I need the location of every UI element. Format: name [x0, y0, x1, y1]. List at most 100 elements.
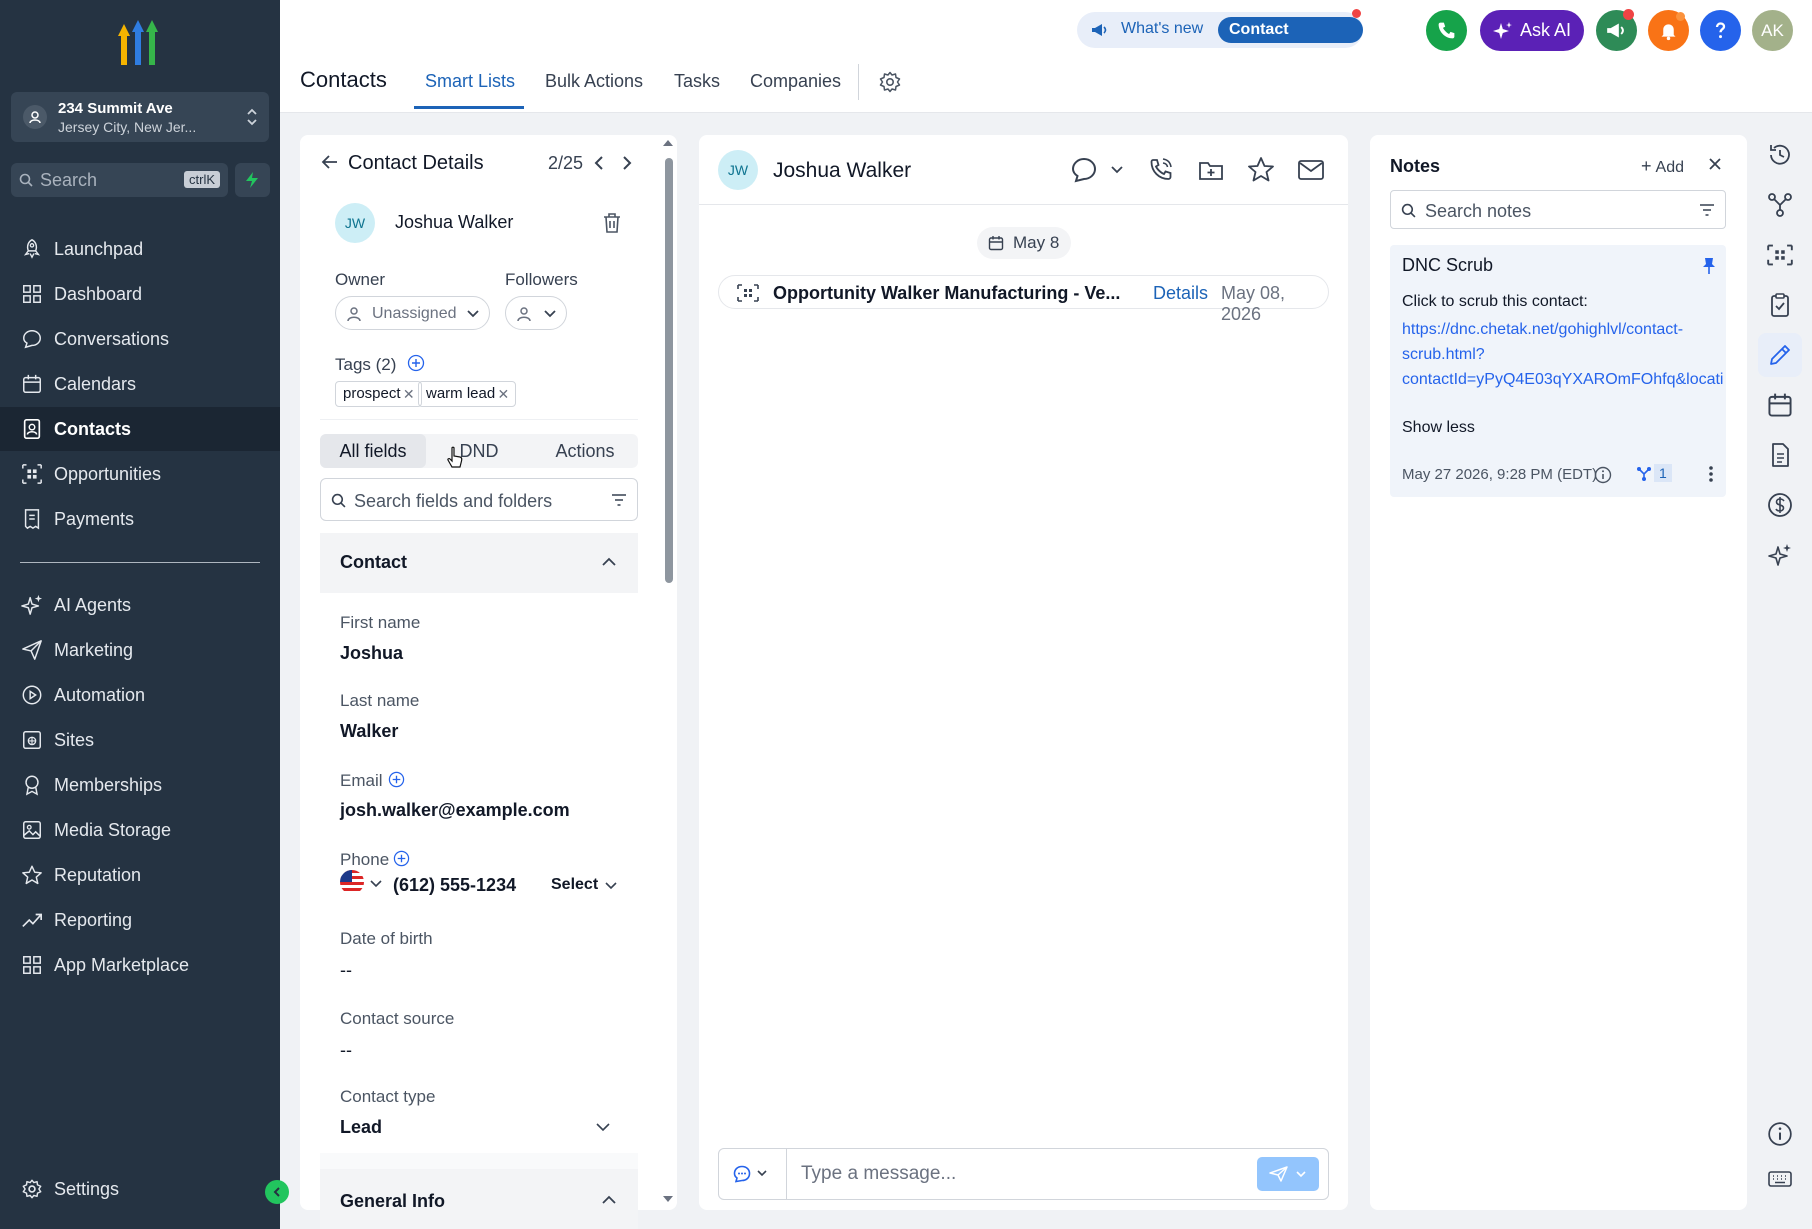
us-flag-icon[interactable]	[340, 870, 364, 894]
location-switcher[interactable]: 234 Summit Ave Jersey City, New Jer...	[11, 92, 269, 142]
mail-icon[interactable]	[1296, 155, 1326, 185]
sidebar-item-payments[interactable]: Payments	[0, 497, 280, 541]
chevron-right-icon[interactable]	[620, 155, 634, 171]
notes-search-input[interactable]: Search notes	[1390, 190, 1726, 229]
sidebar-item-opportunities[interactable]: Opportunities	[0, 452, 280, 496]
sidebar-search[interactable]: Search ctrlK	[11, 163, 228, 197]
notes-rail-button[interactable]	[1758, 333, 1802, 377]
tab-smart-lists[interactable]: Smart Lists	[425, 71, 515, 92]
chevron-down-icon[interactable]	[596, 1122, 610, 1132]
show-less-toggle[interactable]: Show less	[1402, 419, 1475, 437]
add-tag-icon[interactable]	[407, 354, 425, 372]
phone-call-icon[interactable]	[1146, 155, 1176, 185]
filter-icon[interactable]	[1699, 204, 1715, 216]
dollar-icon[interactable]	[1767, 492, 1793, 518]
scroll-up-icon[interactable]	[662, 139, 674, 147]
channel-selector[interactable]	[719, 1149, 787, 1199]
sidebar-item-memberships[interactable]: Memberships	[0, 763, 280, 807]
quick-actions-button[interactable]	[235, 163, 270, 197]
chevron-down-icon[interactable]	[1111, 165, 1123, 175]
tab-bulk-actions[interactable]: Bulk Actions	[545, 71, 643, 92]
tab-actions[interactable]: Actions	[532, 434, 638, 468]
chat-bubble-icon[interactable]	[1069, 155, 1099, 185]
close-icon[interactable]: ✕	[403, 382, 415, 406]
sidebar-item-contacts[interactable]: Contacts	[0, 407, 280, 451]
contact-source-value[interactable]: --	[340, 1040, 352, 1061]
info-icon[interactable]	[1767, 1121, 1793, 1147]
sidebar-item-settings[interactable]: Settings	[0, 1167, 280, 1211]
app-logo[interactable]	[110, 20, 166, 66]
help-button[interactable]	[1700, 10, 1741, 51]
last-name-value[interactable]: Walker	[340, 721, 398, 742]
send-button[interactable]	[1257, 1157, 1319, 1191]
followers-dropdown[interactable]	[505, 296, 567, 330]
opportunity-icon[interactable]	[1767, 242, 1793, 268]
filter-icon[interactable]	[611, 494, 627, 506]
tag-chip[interactable]: prospect ✕	[335, 381, 422, 407]
scroll-down-icon[interactable]	[662, 1195, 674, 1203]
sidebar-item-label: Reputation	[54, 864, 142, 885]
settings-gear-icon[interactable]	[878, 70, 902, 94]
document-icon[interactable]	[1767, 442, 1793, 468]
sidebar-item-dashboard[interactable]: Dashboard	[0, 272, 280, 316]
close-icon[interactable]	[1708, 157, 1722, 171]
sidebar-item-conversations[interactable]: Conversations	[0, 317, 280, 361]
message-input[interactable]: Type a message...	[801, 1163, 956, 1185]
tab-tasks[interactable]: Tasks	[674, 71, 720, 92]
ask-ai-button[interactable]: Ask AI	[1480, 10, 1584, 51]
chevron-left-icon[interactable]	[592, 155, 606, 171]
owner-dropdown[interactable]: Unassigned	[335, 296, 490, 330]
sidebar-item-reporting[interactable]: Reporting	[0, 898, 280, 942]
sidebar-item-app-marketplace[interactable]: App Marketplace	[0, 943, 280, 987]
calendar-icon[interactable]	[1767, 392, 1793, 418]
add-phone-icon[interactable]	[393, 850, 410, 867]
scrollbar-thumb[interactable]	[665, 158, 673, 583]
history-icon[interactable]	[1767, 142, 1793, 168]
pin-icon[interactable]	[1702, 257, 1716, 275]
workflow-icon[interactable]	[1767, 192, 1793, 218]
phone-button[interactable]	[1426, 10, 1467, 51]
contact-type-select[interactable]: Lead	[340, 1117, 382, 1138]
sidebar-item-calendars[interactable]: Calendars	[0, 362, 280, 406]
activity-details-link[interactable]: Details	[1153, 283, 1208, 304]
sidebar-item-marketing[interactable]: Marketing	[0, 628, 280, 672]
keyboard-icon[interactable]	[1767, 1166, 1793, 1192]
general-info-header[interactable]: General Info	[320, 1169, 638, 1229]
more-vertical-icon[interactable]	[1708, 465, 1714, 483]
add-note-button[interactable]: + Add	[1641, 156, 1684, 177]
tab-dnd[interactable]: DND	[426, 434, 532, 468]
sidebar-item-reputation[interactable]: Reputation	[0, 853, 280, 897]
arrow-left-icon[interactable]	[320, 152, 340, 172]
image-icon	[23, 821, 41, 839]
star-icon[interactable]	[1246, 155, 1276, 185]
sidebar-item-ai-agents[interactable]: AI Agents	[0, 583, 280, 627]
close-icon[interactable]: ✕	[497, 382, 509, 406]
fields-search-input[interactable]: Search fields and folders	[320, 478, 638, 521]
clipboard-check-icon[interactable]	[1767, 292, 1793, 318]
trash-icon[interactable]	[602, 212, 622, 234]
info-icon[interactable]	[1594, 466, 1612, 484]
sparkle-icon[interactable]	[1767, 542, 1793, 568]
phone-value[interactable]: (612) 555-1234	[393, 875, 516, 896]
add-email-icon[interactable]	[388, 771, 405, 788]
first-name-value[interactable]: Joshua	[340, 643, 403, 664]
email-value[interactable]: josh.walker@example.com	[340, 800, 570, 821]
note-card[interactable]: DNC Scrub Click to scrub this contact: h…	[1390, 245, 1726, 497]
note-link[interactable]: https://dnc.chetak.net/gohighlvl/contact…	[1402, 317, 1724, 392]
dob-value[interactable]: --	[340, 960, 352, 981]
user-avatar[interactable]: AK	[1752, 10, 1793, 51]
whats-new-banner[interactable]: What's new Contact updates	[1077, 9, 1363, 64]
contact-updates-badge[interactable]: Contact updates	[1218, 17, 1363, 64]
sidebar-item-sites[interactable]: Sites	[0, 718, 280, 762]
sidebar-item-automation[interactable]: Automation	[0, 673, 280, 717]
tag-chip[interactable]: warm lead ✕	[418, 381, 517, 407]
tab-all-fields[interactable]: All fields	[320, 434, 426, 468]
collapse-sidebar-button[interactable]	[265, 1180, 289, 1204]
tab-companies[interactable]: Companies	[750, 71, 841, 92]
chevron-down-icon[interactable]	[370, 879, 382, 889]
contact-section-header[interactable]: Contact	[320, 533, 638, 593]
sidebar-item-media-storage[interactable]: Media Storage	[0, 808, 280, 852]
phone-type-select[interactable]: Select	[551, 876, 598, 894]
folder-plus-icon[interactable]	[1196, 155, 1226, 185]
sidebar-item-launchpad[interactable]: Launchpad	[0, 227, 280, 271]
